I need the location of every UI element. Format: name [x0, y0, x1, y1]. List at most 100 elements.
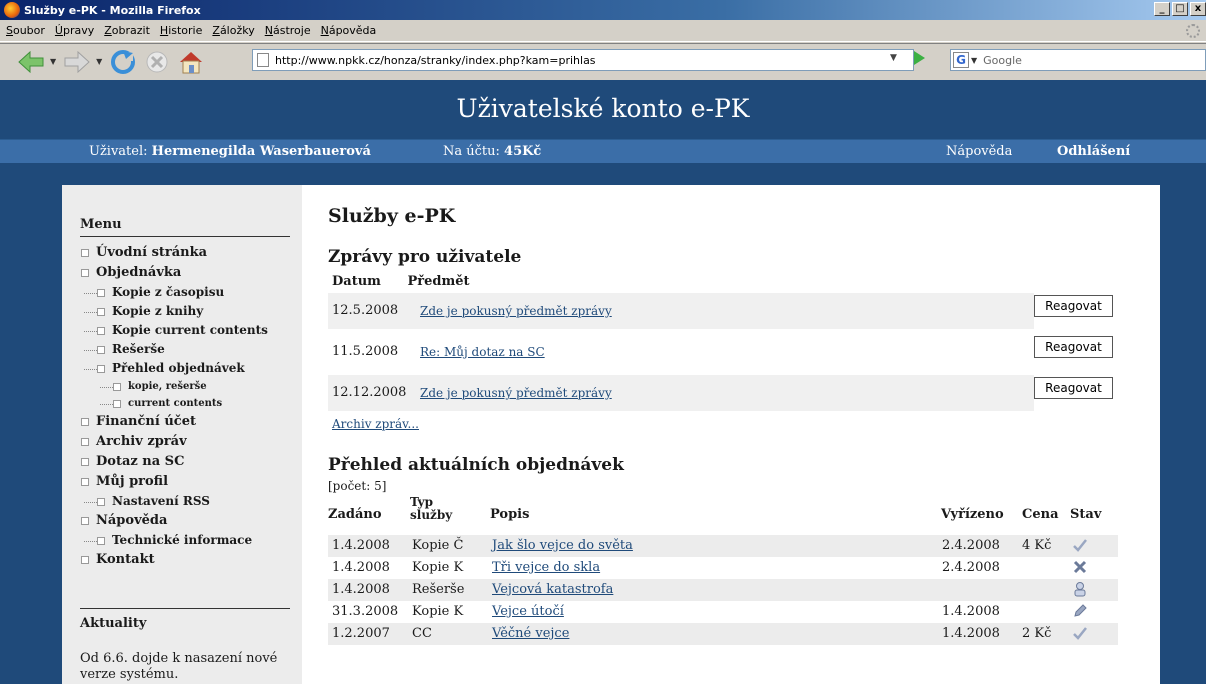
tree-node-icon [81, 556, 89, 564]
orders-col-price: Cena [1022, 507, 1059, 522]
tree-node-icon [81, 517, 89, 525]
sidebar-item-message-archive[interactable]: Archiv zpráv [80, 432, 295, 452]
menu-file[interactable]: Soubor [4, 24, 53, 37]
sidebar-item-book-copy[interactable]: Kopie z knihy [80, 302, 295, 321]
back-button[interactable] [16, 47, 46, 77]
reload-button[interactable] [108, 47, 138, 77]
search-bar[interactable]: G ▼ Google [950, 49, 1206, 71]
sidebar-divider [80, 236, 290, 237]
order-price: 4 Kč [1022, 538, 1052, 553]
sidebar-item-current-contents-copy[interactable]: Kopie current contents [80, 321, 295, 340]
order-description-link[interactable]: Vejce útočí [492, 604, 564, 619]
balance-info: Na účtu: 45Kč [443, 144, 541, 159]
user-label: Uživatel: [89, 144, 148, 159]
order-type: Kopie K [412, 604, 464, 619]
reply-button[interactable]: Reagovat [1034, 295, 1113, 317]
menu-help[interactable]: Nápověda [319, 24, 385, 37]
tree-node-icon [81, 269, 89, 277]
sidebar-item-order[interactable]: Objednávka [80, 263, 295, 283]
message-subject-link[interactable]: Zde je pokusný předmět zprávy [420, 304, 612, 318]
message-subject-link[interactable]: Re: Můj dotaz na SC [420, 345, 545, 359]
orders-title: Přehled aktuálních objednávek [328, 455, 624, 475]
orders-col-type-line1: Typ [410, 495, 433, 509]
google-icon[interactable]: G [953, 52, 969, 68]
order-description-link[interactable]: Vejcová katastrofa [492, 582, 613, 597]
back-dropdown-icon[interactable]: ▼ [50, 57, 56, 66]
forward-dropdown-icon[interactable]: ▼ [96, 57, 102, 66]
sidebar-item-journal-copy[interactable]: Kopie z časopisu [80, 283, 295, 302]
menu-tools[interactable]: Nástroje [263, 24, 319, 37]
help-link[interactable]: Nápověda [946, 144, 1012, 159]
close-button[interactable]: x [1190, 2, 1206, 16]
home-button[interactable] [176, 47, 206, 77]
maximize-button[interactable]: □ [1172, 2, 1188, 16]
message-row: 12.5.2008 Zde je pokusný předmět zprávy … [328, 293, 1115, 329]
message-subject-link[interactable]: Zde je pokusný předmět zprávy [420, 386, 612, 400]
minimize-button[interactable]: _ [1154, 2, 1170, 16]
sidebar: Menu Úvodní stránka Objednávka Kopie z č… [62, 185, 302, 684]
sidebar-item-profile[interactable]: Můj profil [80, 472, 295, 492]
sidebar-item-home[interactable]: Úvodní stránka [80, 243, 295, 263]
sidebar-item-help[interactable]: Nápověda [80, 511, 295, 531]
sidebar-item-current-contents[interactable]: current contents [80, 395, 295, 412]
cross-icon [1072, 559, 1088, 579]
messages-header: Datum Předmět [332, 274, 469, 289]
order-description-link[interactable]: Tři vejce do skla [492, 560, 600, 575]
tree-node-icon [97, 346, 105, 354]
home-icon [180, 51, 203, 73]
reload-icon [111, 49, 136, 74]
message-row: 12.12.2008 Zde je pokusný předmět zprávy… [328, 375, 1115, 411]
menu-edit[interactable]: Úpravy [53, 24, 102, 37]
order-description-link[interactable]: Věčné vejce [492, 626, 569, 641]
sidebar-item-finance[interactable]: Finanční účet [80, 412, 295, 432]
url-history-dropdown-icon[interactable]: ▼ [890, 53, 897, 63]
order-done: 1.4.2008 [942, 604, 1000, 619]
sidebar-item-tech-info[interactable]: Technické informace [80, 531, 295, 550]
sidebar-item-contact[interactable]: Kontakt [80, 550, 295, 570]
order-description-link[interactable]: Jak šlo vejce do světa [492, 538, 633, 553]
sidebar-item-research[interactable]: Rešerše [80, 340, 295, 359]
sidebar-item-label: Dotaz na SC [96, 454, 185, 469]
sidebar-item-label: Kopie z knihy [112, 304, 204, 318]
sidebar-item-label: Technické informace [112, 533, 253, 547]
sidebar-item-label: Přehled objednávek [112, 361, 245, 375]
menu-history[interactable]: Historie [158, 24, 210, 37]
menu-bookmarks[interactable]: Záložky [210, 24, 262, 37]
menu-bar: Soubor Úpravy Zobrazit Historie Záložky … [0, 20, 1206, 42]
sidebar-item-ask-sc[interactable]: Dotaz na SC [80, 452, 295, 472]
go-button[interactable] [914, 51, 925, 65]
site-title: Uživatelské konto e-PK [456, 94, 750, 123]
reply-button[interactable]: Reagovat [1034, 336, 1113, 358]
tree-node-icon [97, 289, 105, 297]
content-frame: Menu Úvodní stránka Objednávka Kopie z č… [62, 185, 1160, 684]
sidebar-menu: Úvodní stránka Objednávka Kopie z časopi… [80, 243, 295, 570]
person-icon [1072, 581, 1088, 601]
tree-node-icon [97, 498, 105, 506]
main-content: Služby e-PK Zprávy pro uživatele Datum P… [328, 185, 1158, 684]
tree-node-icon [97, 537, 105, 545]
tree-node-icon [81, 478, 89, 486]
stop-button[interactable] [142, 47, 172, 77]
sidebar-item-rss-settings[interactable]: Nastavení RSS [80, 492, 295, 511]
sidebar-item-orders-overview[interactable]: Přehled objednávek [80, 359, 295, 378]
sidebar-item-label: Objednávka [96, 265, 182, 280]
sidebar-item-label: Rešerše [112, 342, 165, 356]
sidebar-item-label: Nastavení RSS [112, 494, 210, 508]
firefox-icon [4, 2, 20, 18]
sidebar-item-label: Nápověda [96, 513, 168, 528]
url-bar[interactable]: http://www.npkk.cz/honza/stranky/index.p… [252, 49, 914, 71]
search-input[interactable]: Google [983, 54, 1022, 67]
search-engine-dropdown-icon[interactable]: ▼ [971, 56, 977, 65]
order-type: Kopie K [412, 560, 464, 575]
message-archive-link[interactable]: Archiv zpráv... [332, 417, 419, 431]
tree-node-icon [97, 327, 105, 335]
logout-link[interactable]: Odhlášení [1057, 144, 1130, 159]
url-text[interactable]: http://www.npkk.cz/honza/stranky/index.p… [275, 54, 596, 67]
user-bar: Uživatel: Hermenegilda Waserbauerová Na … [0, 140, 1206, 163]
reply-button[interactable]: Reagovat [1034, 377, 1113, 399]
forward-button[interactable] [62, 47, 92, 77]
tree-node-icon [81, 418, 89, 426]
pencil-icon [1072, 603, 1088, 623]
menu-view[interactable]: Zobrazit [102, 24, 158, 37]
sidebar-item-copies-research[interactable]: kopie, rešerše [80, 378, 295, 395]
